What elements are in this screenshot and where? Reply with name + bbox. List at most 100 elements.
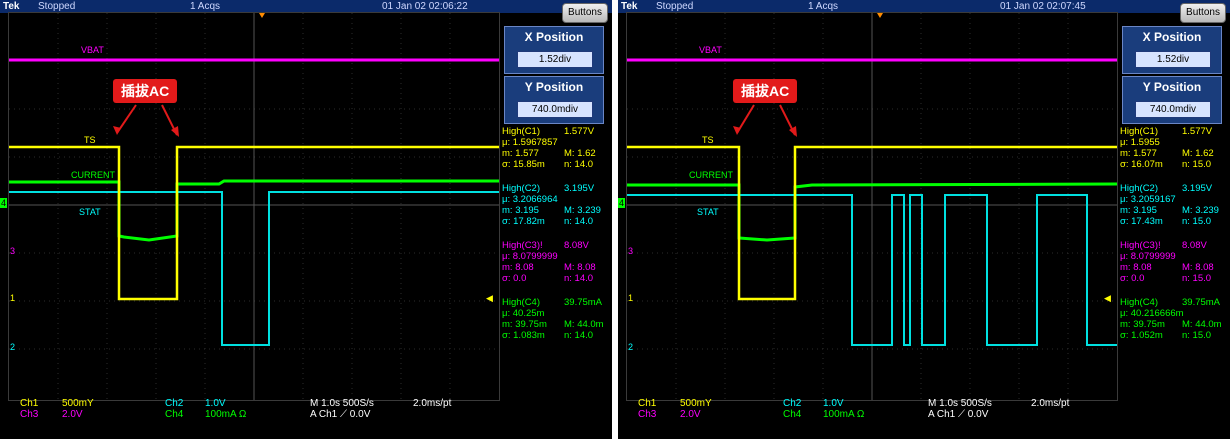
x-position-control[interactable]: X Position 1.52div xyxy=(1122,26,1222,74)
ts-label: TS xyxy=(84,135,96,145)
ch2-scale: 1.0V xyxy=(205,398,226,409)
meas-count: n: 14.0 xyxy=(564,159,594,170)
meas-min: m: 39.75m xyxy=(1120,319,1165,330)
meas-count: n: 15.0 xyxy=(1182,330,1212,341)
meas-count: n: 15.0 xyxy=(1182,159,1212,170)
ch4-scale: 100mA Ω xyxy=(823,409,865,420)
vbat-label: VBAT xyxy=(699,45,722,55)
meas-sigma: σ: 17.82m xyxy=(502,216,545,227)
y-position-title: Y Position xyxy=(524,80,584,94)
meas-min: m: 39.75m xyxy=(502,319,547,330)
meas-sigma: σ: 0.0 xyxy=(502,273,527,284)
meas-title: High(C1) xyxy=(1120,126,1159,137)
trigger-level-marker: ◀ xyxy=(486,293,493,303)
meas-value: 39.75mA xyxy=(1182,297,1221,308)
meas-value: 39.75mA xyxy=(564,297,603,308)
trigger-position-marker xyxy=(877,13,883,18)
waveform-display: VBAT TS CURRENT STAT 插拔AC xyxy=(626,12,1118,401)
y-position-value[interactable]: 740.0mdiv xyxy=(517,101,593,118)
ch4-scale: 100mA Ω xyxy=(205,409,247,420)
ch3-marker: 3 xyxy=(628,246,634,256)
meas-mean: μ: 8.0799999 xyxy=(502,251,558,262)
ch3-scale: 2.0V xyxy=(680,409,701,420)
meas-min: m: 8.08 xyxy=(502,262,534,273)
trigger-setting: A Ch1 ⟋ 0.0V xyxy=(928,409,989,420)
measurement-c1: High(C1) 1.577V μ: 1.5967857 m: 1.577 M: 1… xyxy=(500,126,612,170)
meas-count: n: 15.0 xyxy=(1182,273,1212,284)
meas-mean: μ: 1.5955 xyxy=(1120,137,1160,148)
stat-label: STAT xyxy=(79,207,101,217)
ch4-marker: 4 xyxy=(0,198,8,208)
scope-screen-right: Tek Stopped 1 Acqs 01 Jan 02 02:07:45 Bu… xyxy=(618,0,1230,439)
timebase: M 1.0s 500S/s xyxy=(928,398,992,409)
meas-title: High(C4) xyxy=(502,297,541,308)
measurement-c2: High(C2) 3.195V μ: 3.2059167 m: 3.195 M: 3… xyxy=(1118,183,1230,227)
meas-title: High(C4) xyxy=(1120,297,1159,308)
meas-title: High(C3)! xyxy=(1120,240,1161,251)
ch1-scale: 500mY xyxy=(62,398,94,409)
meas-title: High(C2) xyxy=(1120,183,1159,194)
ch1-label: Ch1 xyxy=(20,398,39,409)
stat-label: STAT xyxy=(697,207,719,217)
meas-max: M: 1.62 xyxy=(1182,148,1214,159)
timebase: M 1.0s 500S/s xyxy=(310,398,374,409)
meas-value: 3.195V xyxy=(564,183,595,194)
y-position-control[interactable]: Y Position 740.0mdiv xyxy=(504,76,604,124)
x-position-title: X Position xyxy=(1142,30,1202,44)
settings-bar: Ch1 500mY Ch3 2.0V Ch2 1.0V Ch4 100mA Ω … xyxy=(0,398,612,439)
meas-value: 3.195V xyxy=(1182,183,1213,194)
record-rate: 2.0ms/pt xyxy=(1031,398,1070,409)
meas-mean: μ: 40.216666m xyxy=(1120,308,1184,319)
meas-title: High(C2) xyxy=(502,183,541,194)
meas-sigma: σ: 1.083m xyxy=(502,330,545,341)
meas-max: M: 1.62 xyxy=(564,148,596,159)
y-position-value[interactable]: 740.0mdiv xyxy=(1135,101,1211,118)
meas-mean: μ: 40.25m xyxy=(502,308,545,319)
meas-value: 8.08V xyxy=(1182,240,1207,251)
meas-mean: μ: 3.2066964 xyxy=(502,194,558,205)
ch4-marker: 4 xyxy=(618,198,626,208)
buttons-button[interactable]: Buttons xyxy=(562,3,608,23)
y-position-title: Y Position xyxy=(1142,80,1202,94)
meas-value: 1.577V xyxy=(564,126,595,137)
meas-max: M: 3.239 xyxy=(564,205,601,216)
meas-sigma: σ: 1.052m xyxy=(1120,330,1163,341)
meas-count: n: 14.0 xyxy=(564,216,594,227)
meas-title: High(C1) xyxy=(502,126,541,137)
ch1-marker: 1 xyxy=(628,293,634,303)
ch4-label: Ch4 xyxy=(165,409,184,420)
x-position-title: X Position xyxy=(524,30,584,44)
measurement-c3: High(C3)! 8.08V μ: 8.0799999 m: 8.08 M: 8.… xyxy=(500,240,612,284)
meas-min: m: 8.08 xyxy=(1120,262,1152,273)
x-position-value[interactable]: 1.52div xyxy=(517,51,593,68)
ch1-label: Ch1 xyxy=(638,398,657,409)
side-panel: X Position 1.52div Y Position 740.0mdiv … xyxy=(1118,26,1230,406)
meas-mean: μ: 8.0799999 xyxy=(1120,251,1176,262)
current-label: CURRENT xyxy=(71,170,115,180)
settings-bar: Ch1 500mY Ch3 2.0V Ch2 1.0V Ch4 100mA Ω … xyxy=(618,398,1230,439)
x-position-control[interactable]: X Position 1.52div xyxy=(504,26,604,74)
meas-min: m: 1.577 xyxy=(1120,148,1157,159)
ch2-scale: 1.0V xyxy=(823,398,844,409)
waveform-display: VBAT TS CURRENT STAT 插拔AC xyxy=(8,12,500,401)
meas-min: m: 3.195 xyxy=(502,205,539,216)
x-position-value[interactable]: 1.52div xyxy=(1135,51,1211,68)
current-label: CURRENT xyxy=(689,170,733,180)
measurement-c4: High(C4) 39.75mA μ: 40.25m m: 39.75m M: 44… xyxy=(500,297,612,341)
annotation-label: 插拔AC xyxy=(113,79,178,103)
meas-max: M: 3.239 xyxy=(1182,205,1219,216)
meas-sigma: σ: 16.07m xyxy=(1120,159,1163,170)
ch2-marker: 2 xyxy=(628,342,634,352)
meas-mean: μ: 3.2059167 xyxy=(1120,194,1176,205)
buttons-button[interactable]: Buttons xyxy=(1180,3,1226,23)
meas-sigma: σ: 0.0 xyxy=(1120,273,1145,284)
y-position-control[interactable]: Y Position 740.0mdiv xyxy=(1122,76,1222,124)
ch4-label: Ch4 xyxy=(783,409,802,420)
measurement-c3: High(C3)! 8.08V μ: 8.0799999 m: 8.08 M: 8.… xyxy=(1118,240,1230,284)
meas-count: n: 15.0 xyxy=(1182,216,1212,227)
measurement-c4: High(C4) 39.75mA μ: 40.216666m m: 39.75m M… xyxy=(1118,297,1230,341)
ch3-label: Ch3 xyxy=(20,409,39,420)
ch3-scale: 2.0V xyxy=(62,409,83,420)
meas-value: 8.08V xyxy=(564,240,589,251)
meas-max: M: 44.0m xyxy=(564,319,604,330)
